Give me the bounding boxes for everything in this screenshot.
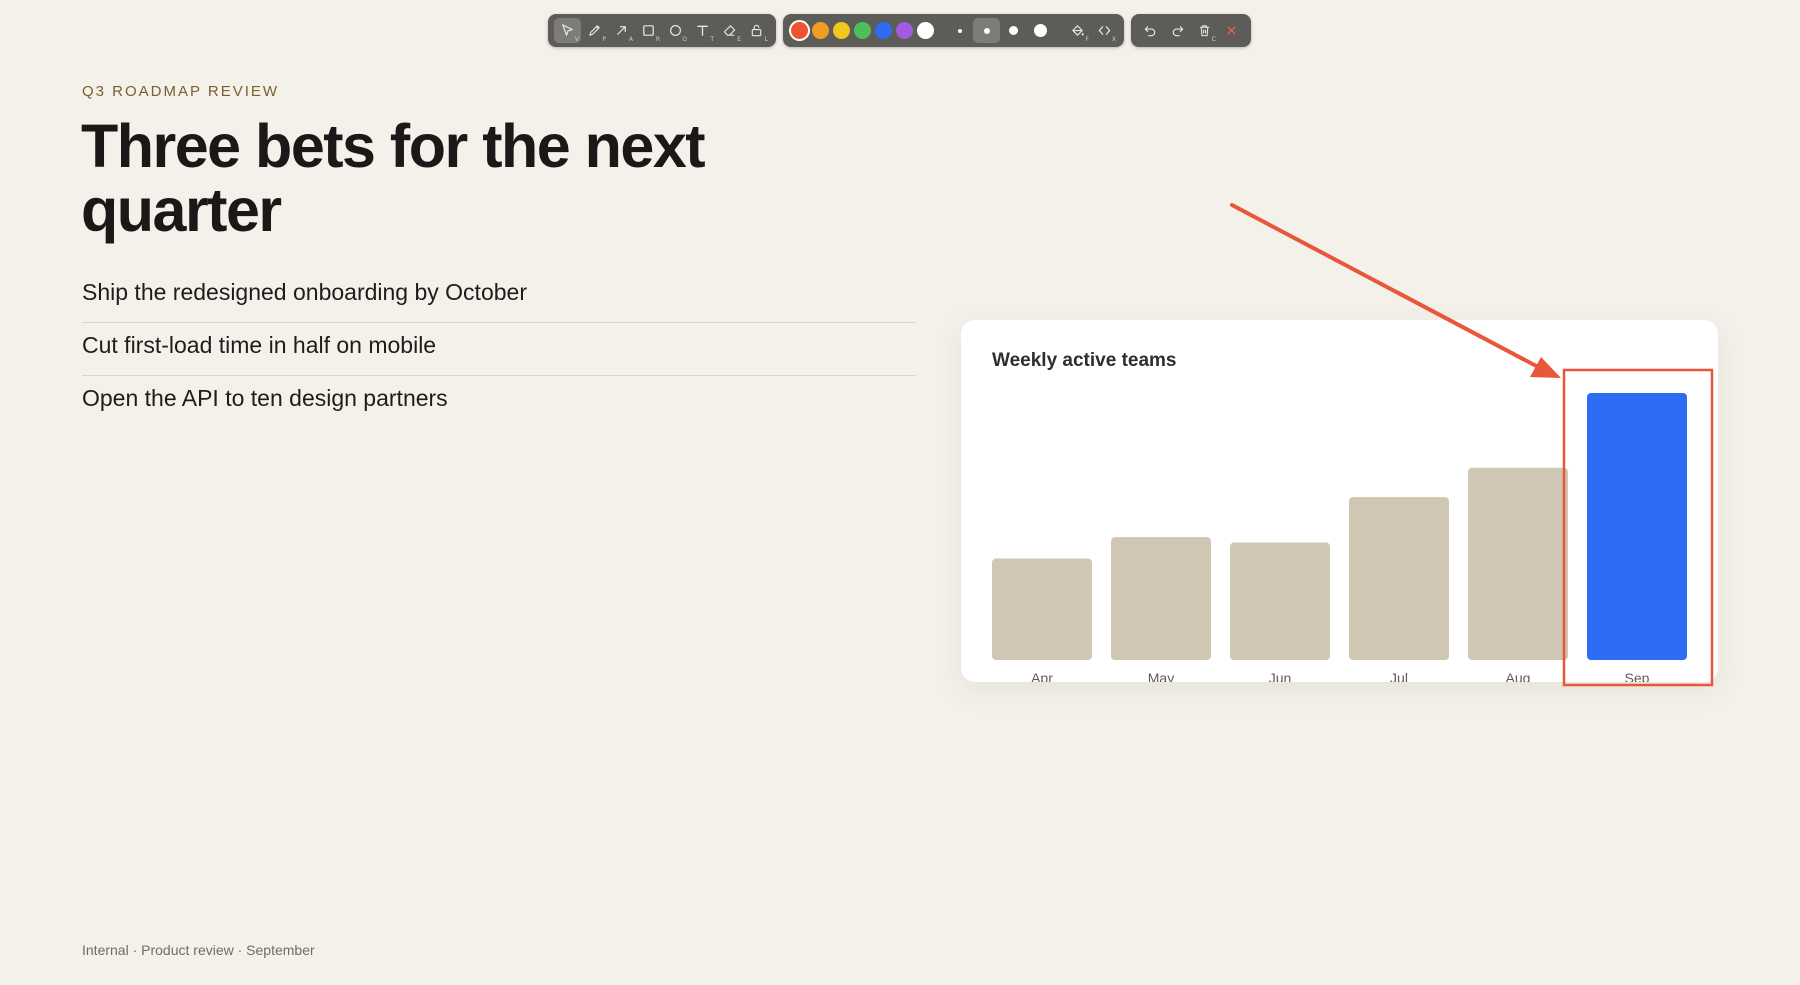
size-dot-icon bbox=[957, 28, 962, 33]
shortcut-hint: E bbox=[737, 36, 741, 43]
x-tick-label: Aug bbox=[1506, 670, 1531, 682]
bullet-item: Ship the redesigned onboarding by Octobe… bbox=[82, 270, 916, 323]
stroke-size-s[interactable] bbox=[973, 18, 1000, 43]
text-tool[interactable]: T bbox=[689, 18, 716, 43]
paint-bucket-icon bbox=[1070, 23, 1085, 38]
bullet-item: Open the API to ten design partners bbox=[82, 385, 448, 411]
ellipse-icon bbox=[668, 23, 683, 38]
pen-tool[interactable]: P bbox=[581, 18, 608, 43]
clear-button[interactable]: C bbox=[1191, 18, 1218, 43]
select-tool[interactable]: V bbox=[554, 18, 581, 43]
shortcut-hint: C bbox=[1211, 36, 1216, 43]
bullet-item: Cut first-load time in half on mobile bbox=[82, 323, 916, 376]
redo-icon bbox=[1170, 23, 1185, 38]
bullet-list: Ship the redesigned onboarding by Octobe… bbox=[82, 270, 916, 429]
size-dot-icon bbox=[1034, 24, 1047, 37]
close-icon bbox=[1224, 23, 1239, 38]
close-button[interactable] bbox=[1218, 18, 1245, 43]
shortcut-hint: P bbox=[602, 36, 606, 43]
x-tick-label: May bbox=[1148, 670, 1174, 682]
text-icon bbox=[695, 23, 710, 38]
shortcut-hint: A bbox=[628, 36, 633, 43]
embed-tool[interactable]: X bbox=[1091, 18, 1118, 43]
arrow-tool[interactable]: A bbox=[608, 18, 635, 43]
color-swatch[interactable] bbox=[875, 22, 892, 39]
bar-jul bbox=[1349, 497, 1449, 660]
bar-sep bbox=[1587, 393, 1687, 660]
tools-group: VPAROTEL bbox=[548, 14, 776, 47]
shortcut-hint: X bbox=[1111, 36, 1116, 43]
bar-apr bbox=[992, 558, 1092, 660]
cursor-icon bbox=[560, 23, 575, 38]
bar-jun bbox=[1230, 542, 1330, 660]
pencil-icon bbox=[587, 23, 602, 38]
shortcut-hint: V bbox=[574, 36, 579, 43]
redo-button[interactable] bbox=[1164, 18, 1191, 43]
rectangle-tool[interactable]: R bbox=[635, 18, 662, 43]
stroke-size-m[interactable] bbox=[1000, 18, 1027, 43]
bar-aug bbox=[1468, 467, 1568, 660]
trash-icon bbox=[1197, 23, 1212, 38]
size-dot-icon bbox=[983, 27, 990, 34]
undo-icon bbox=[1143, 23, 1158, 38]
bar-chart: Apr May Jun Jul Aug Sep bbox=[992, 393, 1687, 682]
rectangle-icon bbox=[641, 23, 656, 38]
bar-may bbox=[1111, 537, 1211, 660]
shortcut-hint: L bbox=[764, 36, 768, 43]
shortcut-hint: T bbox=[710, 36, 714, 43]
eraser-tool[interactable]: E bbox=[716, 18, 743, 43]
x-tick-label: Sep bbox=[1625, 670, 1650, 682]
fill-tool[interactable]: F bbox=[1064, 18, 1091, 43]
arrow-icon bbox=[614, 23, 629, 38]
slide-eyebrow: Q3 ROADMAP REVIEW bbox=[82, 83, 280, 100]
ellipse-tool[interactable]: O bbox=[662, 18, 689, 43]
color-swatch[interactable] bbox=[896, 22, 913, 39]
stroke-size-xs[interactable] bbox=[946, 18, 973, 43]
undo-button[interactable] bbox=[1137, 18, 1164, 43]
style-group: FX bbox=[783, 14, 1124, 47]
lock-tool[interactable]: L bbox=[743, 18, 770, 43]
size-dot-icon bbox=[1009, 26, 1018, 35]
stroke-size-l[interactable] bbox=[1027, 18, 1054, 43]
shortcut-hint: O bbox=[682, 36, 687, 43]
color-swatch[interactable] bbox=[812, 22, 829, 39]
annotation-toolbar: VPAROTEL FX C bbox=[548, 14, 1251, 47]
x-tick-label: Jul bbox=[1390, 670, 1408, 682]
color-swatch[interactable] bbox=[917, 22, 934, 39]
eraser-icon bbox=[722, 23, 737, 38]
slide-footer: Internal · Product review · September bbox=[82, 942, 315, 958]
slide-title: Three bets for the next quarter bbox=[81, 112, 706, 244]
color-swatch[interactable] bbox=[833, 22, 850, 39]
shortcut-hint: F bbox=[1085, 36, 1089, 43]
shortcut-hint: R bbox=[655, 36, 660, 43]
history-group: C bbox=[1131, 14, 1251, 47]
x-tick-label: Apr bbox=[1031, 670, 1053, 682]
color-swatch[interactable] bbox=[854, 22, 871, 39]
code-icon bbox=[1097, 23, 1112, 38]
chart-card: Weekly active teams Apr May Jun Jul Aug Sep bbox=[961, 320, 1718, 682]
color-swatch[interactable] bbox=[791, 22, 808, 39]
x-tick-label: Jun bbox=[1269, 670, 1292, 682]
lock-icon bbox=[749, 23, 764, 38]
